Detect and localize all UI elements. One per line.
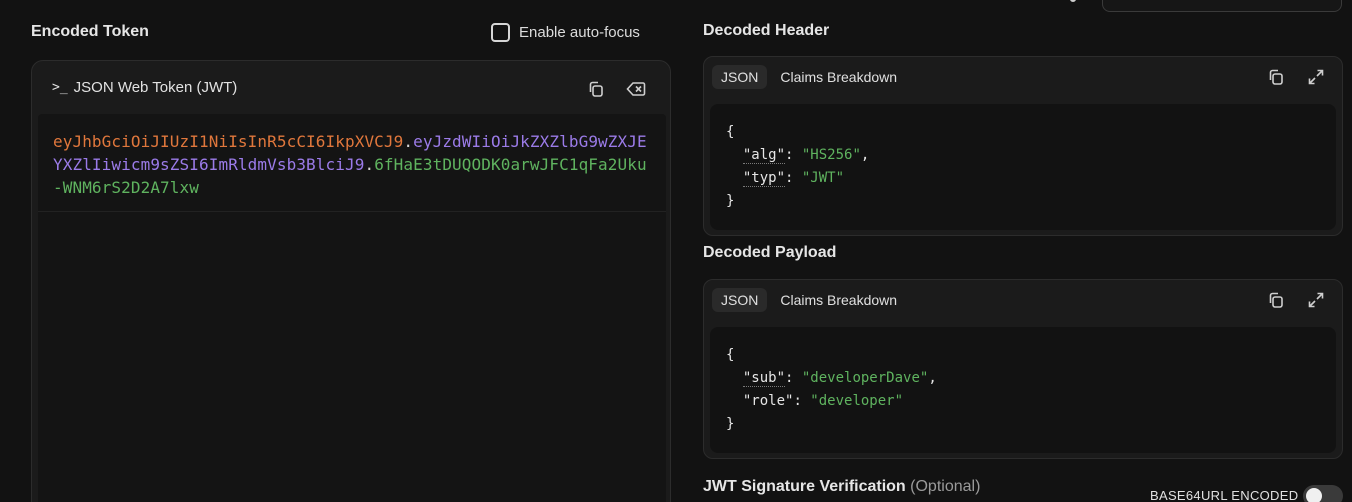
close-brace: }: [726, 193, 735, 209]
top-select[interactable]: [1102, 0, 1342, 12]
payload-json: { "sub": "developerDave", "role": "devel…: [726, 347, 937, 432]
header-tabs: JSON Claims Breakdown: [712, 65, 906, 89]
claim-key: "sub": [742, 370, 786, 387]
token-separator: .: [364, 155, 375, 174]
payload-tabs: JSON Claims Breakdown: [712, 288, 906, 312]
encoded-token-title: Encoded Token: [31, 23, 149, 40]
token-separator: .: [403, 132, 414, 151]
copy-icon[interactable]: [1266, 67, 1286, 87]
payload-actions: [1266, 290, 1326, 310]
expand-icon[interactable]: [1306, 290, 1326, 310]
open-brace: {: [726, 347, 735, 363]
toggle-knob: [1306, 488, 1322, 502]
clear-icon[interactable]: [626, 79, 646, 99]
tab-claims-breakdown[interactable]: Claims Breakdown: [771, 65, 906, 89]
claim-key: "typ": [742, 170, 786, 187]
close-brace: }: [726, 416, 735, 432]
encoded-token-card: >_ JSON Web Token (JWT) eyJhbGciOiJIUzI1…: [31, 60, 671, 502]
claim-value: "JWT": [801, 170, 845, 186]
tab-claims-breakdown[interactable]: Claims Breakdown: [771, 288, 906, 312]
encoded-card-header: >_ JSON Web Token (JWT): [52, 79, 237, 96]
claim-key: "role": [742, 393, 794, 409]
expand-icon[interactable]: [1306, 67, 1326, 87]
claim-value: "developer": [810, 393, 904, 409]
encoded-card-title: JSON Web Token (JWT): [73, 79, 238, 96]
decoded-header-card: JSON Claims Breakdown { "alg": "HS256", …: [703, 56, 1343, 236]
base64-encoded-label: BASE64URL ENCODED: [1150, 488, 1299, 502]
payload-json-view: { "sub": "developerDave", "role": "devel…: [710, 327, 1336, 453]
claim-key: "alg": [742, 147, 786, 164]
editor-divider: [38, 211, 666, 212]
copy-icon[interactable]: [586, 79, 606, 99]
autofocus-toggle[interactable]: Enable auto-focus: [491, 23, 640, 42]
token-editor[interactable]: eyJhbGciOiJIUzI1NiIsInR5cCI6IkpXVCJ9.eyJ…: [38, 114, 666, 502]
claim-value: "HS256": [801, 147, 861, 163]
tab-json[interactable]: JSON: [712, 288, 768, 312]
decoded-header-title: Decoded Header: [703, 22, 830, 39]
autofocus-checkbox[interactable]: [491, 23, 510, 42]
decoded-payload-card: JSON Claims Breakdown { "sub": "develope…: [703, 279, 1343, 459]
encoded-actions: [586, 79, 646, 99]
menu-dot: [1070, 0, 1076, 2]
token-text: eyJhbGciOiJIUzI1NiIsInR5cCI6IkpXVCJ9.eyJ…: [53, 130, 653, 199]
autofocus-label: Enable auto-focus: [519, 24, 640, 41]
terminal-prompt-icon: >_: [52, 80, 68, 95]
tab-json[interactable]: JSON: [712, 65, 768, 89]
signature-verification-title: JWT Signature Verification (Optional): [703, 478, 980, 496]
token-header-part: eyJhbGciOiJIUzI1NiIsInR5cCI6IkpXVCJ9: [53, 132, 404, 151]
header-json-view: { "alg": "HS256", "typ": "JWT" }: [710, 104, 1336, 230]
header-json: { "alg": "HS256", "typ": "JWT" }: [726, 124, 870, 209]
signature-title-text: JWT Signature Verification: [703, 478, 906, 495]
decoded-payload-title: Decoded Payload: [703, 244, 837, 261]
header-actions: [1266, 67, 1326, 87]
copy-icon[interactable]: [1266, 290, 1286, 310]
base64-toggle[interactable]: [1303, 485, 1343, 502]
claim-comma: ,: [860, 147, 870, 163]
claim-comma: ,: [928, 370, 937, 386]
open-brace: {: [726, 124, 735, 140]
optional-label: (Optional): [910, 478, 981, 495]
claim-value: "developerDave": [801, 370, 929, 386]
